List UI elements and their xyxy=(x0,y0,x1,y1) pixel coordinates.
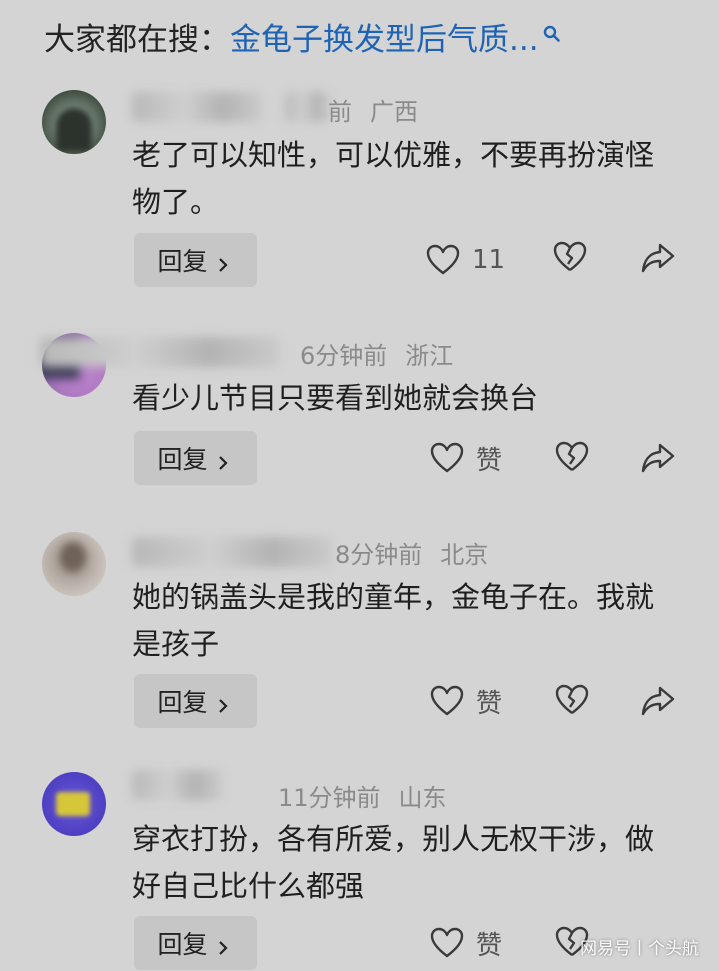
heart-icon xyxy=(430,685,464,716)
search-icon[interactable] xyxy=(543,15,561,42)
like-count: 11 xyxy=(472,245,506,275)
reply-button[interactable]: 回复 xyxy=(134,674,257,728)
comment-meta: 11分钟前 山东 xyxy=(278,778,447,813)
broken-heart-icon xyxy=(555,441,589,471)
broken-heart-icon xyxy=(553,241,587,271)
chevron-right-icon xyxy=(216,694,230,713)
comment-time: 前 xyxy=(328,98,352,126)
broken-heart-icon xyxy=(555,684,589,714)
like-count: 赞 xyxy=(476,930,503,961)
comment-meta: 8分钟前 北京 xyxy=(335,535,488,570)
comment-location: 广西 xyxy=(370,98,418,126)
comment-time: 11分钟前 xyxy=(278,784,381,812)
reply-label: 回复 xyxy=(157,247,208,276)
search-query-link[interactable]: 金龟子换发型后气质... xyxy=(230,14,539,59)
comment-text: 看少儿节目只要看到她就会换台 xyxy=(132,381,539,415)
reply-label: 回复 xyxy=(157,688,208,717)
dislike-button[interactable] xyxy=(552,240,592,280)
username-blurred xyxy=(285,92,330,122)
dislike-button[interactable] xyxy=(554,440,594,480)
reply-label: 回复 xyxy=(157,445,208,474)
heart-icon xyxy=(430,927,464,958)
reply-button[interactable]: 回复 xyxy=(134,916,257,970)
comment-location: 浙江 xyxy=(405,342,454,370)
chevron-right-icon xyxy=(216,936,230,955)
comment-location: 北京 xyxy=(440,541,489,569)
avatar[interactable] xyxy=(42,772,106,836)
comment-text: 老了可以知性，可以优雅，不要再扮演怪物了。 xyxy=(132,138,655,219)
share-button[interactable] xyxy=(640,442,680,482)
comment-meta: 前广西 xyxy=(328,92,418,127)
like-button[interactable]: 赞 xyxy=(430,674,502,728)
like-button[interactable]: 赞 xyxy=(430,431,502,485)
share-button[interactable] xyxy=(640,242,680,282)
chevron-right-icon xyxy=(216,451,230,470)
comment-meta: 6分钟前 浙江 xyxy=(300,336,453,371)
username-blurred xyxy=(132,770,222,800)
username-blurred xyxy=(132,92,262,122)
avatar[interactable] xyxy=(42,532,106,596)
like-count: 赞 xyxy=(476,445,503,476)
comment-text: 她的锅盖头是我的童年，金龟子在。我就是孩子 xyxy=(132,580,655,661)
avatar[interactable] xyxy=(42,90,106,154)
share-icon xyxy=(641,686,675,716)
like-button[interactable]: 赞 xyxy=(430,916,502,970)
reply-button[interactable]: 回复 xyxy=(134,431,257,485)
comment-location: 山东 xyxy=(398,784,447,812)
comment-time: 8分钟前 xyxy=(335,541,423,569)
heart-icon xyxy=(426,244,460,275)
share-icon xyxy=(641,243,675,273)
like-count: 赞 xyxy=(476,688,503,719)
dislike-button[interactable] xyxy=(554,683,594,723)
comment-time: 6分钟前 xyxy=(300,342,388,370)
heart-icon xyxy=(430,442,464,473)
reply-label: 回复 xyxy=(157,930,208,959)
chevron-right-icon xyxy=(216,253,230,272)
comment-text: 穿衣打扮，各有所爱，别人无权干涉，做好自己比什么都强 xyxy=(132,822,655,903)
reply-button[interactable]: 回复 xyxy=(134,233,257,287)
watermark: 网易号丨个头航 xyxy=(580,939,699,959)
search-prefix: 大家都在搜： xyxy=(44,21,230,58)
username-blurred xyxy=(40,337,280,367)
search-bar[interactable]: 大家都在搜： 金龟子换发型后气质... xyxy=(44,10,561,62)
share-button[interactable] xyxy=(640,685,680,725)
share-icon xyxy=(641,443,675,473)
like-button[interactable]: 11 xyxy=(426,233,505,287)
username-blurred xyxy=(132,537,332,567)
